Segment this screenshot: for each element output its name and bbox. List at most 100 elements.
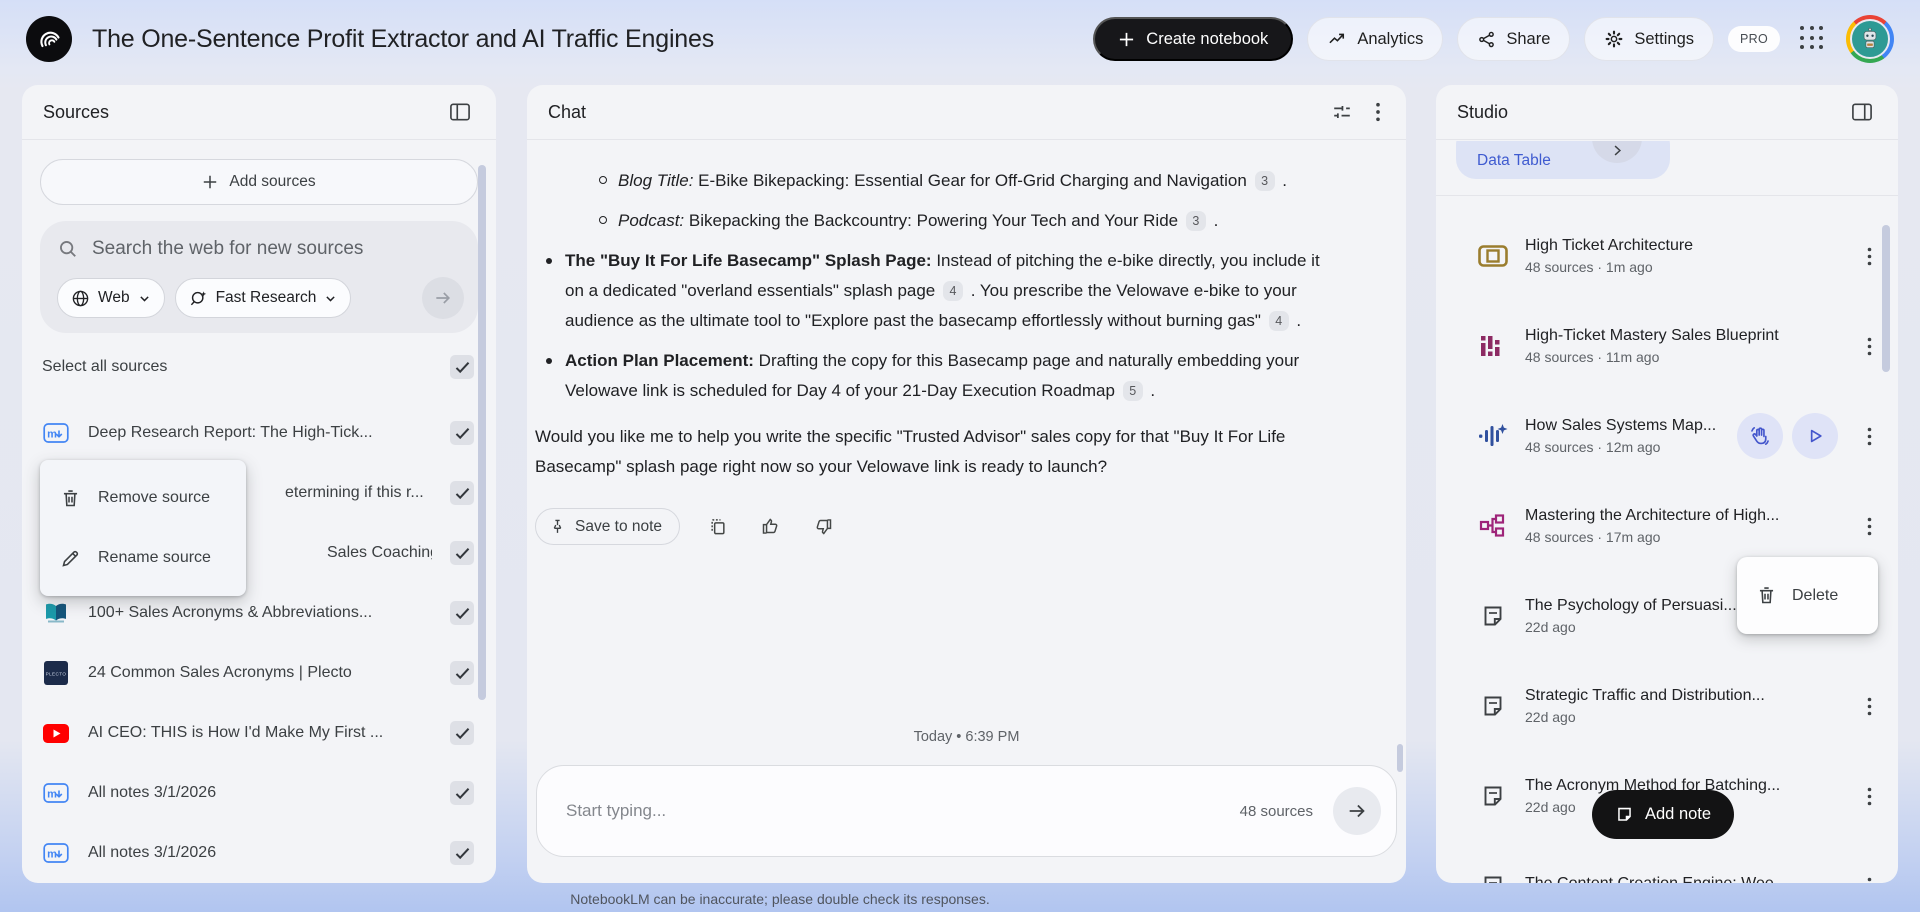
- copy-icon[interactable]: [704, 513, 732, 541]
- studio-panel: Studio Data Table High Ticket Architectu…: [1436, 85, 1898, 883]
- studio-item[interactable]: The Content Creation Engine: Wee...: [1436, 841, 1898, 883]
- citation-chip[interactable]: 4: [1268, 310, 1289, 331]
- source-checkbox[interactable]: [450, 781, 474, 805]
- orgchart-icon: [1478, 514, 1508, 538]
- citation-chip[interactable]: 5: [1122, 380, 1143, 401]
- note-source-icon: m: [42, 422, 70, 444]
- trash-icon: [1756, 585, 1777, 606]
- thumbs-down-icon[interactable]: [809, 512, 838, 541]
- source-checkbox[interactable]: [450, 481, 474, 505]
- notebook-title[interactable]: The One-Sentence Profit Extractor and AI…: [92, 25, 714, 54]
- interactive-mode-button[interactable]: [1737, 413, 1783, 459]
- settings-button[interactable]: Settings: [1584, 17, 1714, 61]
- source-row[interactable]: m All notes 3/1/2026: [40, 763, 478, 823]
- sources-panel: Sources Add sources Search the web for n…: [22, 85, 496, 883]
- user-avatar[interactable]: [1846, 15, 1894, 63]
- search-input[interactable]: Search the web for new sources: [92, 238, 363, 260]
- studio-item-meta: 48 sources · 1m ago: [1525, 259, 1653, 275]
- globe-icon: [71, 289, 90, 308]
- collapse-studio-panel-icon[interactable]: [1847, 98, 1877, 126]
- collapse-sources-panel-icon[interactable]: [445, 98, 475, 126]
- apps-grid-icon[interactable]: [1800, 26, 1826, 52]
- source-row[interactable]: PLECTO 24 Common Sales Acronyms | Plecto: [40, 643, 478, 703]
- chat-input[interactable]: Start typing...: [566, 801, 1240, 821]
- studio-item-meta: 48 sources · 11m ago: [1525, 349, 1660, 365]
- source-checkbox[interactable]: [450, 541, 474, 565]
- bars-icon: [1478, 334, 1508, 358]
- citation-chip[interactable]: 3: [1185, 210, 1206, 231]
- note-icon: [1615, 805, 1634, 824]
- chat-panel-title: Chat: [548, 101, 587, 122]
- studio-item[interactable]: How Sales Systems Map... 48 sources · 12m…: [1436, 391, 1898, 481]
- analytics-button[interactable]: Analytics: [1307, 17, 1444, 61]
- remove-source-menu-item[interactable]: Remove source: [40, 468, 246, 528]
- chat-settings-icon[interactable]: [1327, 97, 1357, 127]
- share-button[interactable]: Share: [1457, 17, 1571, 61]
- send-message-button[interactable]: [1333, 787, 1381, 835]
- add-note-button[interactable]: Add note: [1592, 790, 1735, 839]
- pencil-icon: [60, 548, 81, 569]
- thumbs-up-icon[interactable]: [756, 512, 785, 541]
- source-row[interactable]: m All notes 3/1/2026: [40, 823, 478, 883]
- studio-scrollbar[interactable]: [1882, 225, 1890, 372]
- chat-scrollbar[interactable]: [1397, 744, 1403, 772]
- source-checkbox[interactable]: [450, 421, 474, 445]
- studio-item-menu-icon[interactable]: [1859, 873, 1880, 884]
- analytics-icon: [1327, 29, 1347, 49]
- studio-item[interactable]: High-Ticket Mastery Sales Blueprint 48 so…: [1436, 301, 1898, 391]
- studio-item-list: High Ticket Architecture 48 sources · 1m …: [1436, 211, 1898, 883]
- source-checkbox[interactable]: [450, 841, 474, 865]
- select-all-checkbox[interactable]: [450, 355, 474, 379]
- notedoc-icon: [1478, 694, 1508, 718]
- source-context-menu: Remove source Rename source: [40, 460, 246, 596]
- svg-text:m: m: [47, 789, 57, 801]
- notebooklm-logo-icon[interactable]: [26, 16, 72, 62]
- source-checkbox[interactable]: [450, 661, 474, 685]
- assistant-message: Blog Title: E-Bike Bikepacking: Essentia…: [535, 166, 1337, 482]
- source-title: etermining if this r...: [285, 484, 424, 501]
- source-row[interactable]: m Deep Research Report: The High-Tick...: [40, 403, 478, 463]
- citation-chip[interactable]: 4: [943, 280, 963, 301]
- delete-note-menu-item[interactable]: Delete: [1737, 557, 1878, 634]
- frame-icon: [1478, 245, 1508, 267]
- play-audio-button[interactable]: [1792, 413, 1838, 459]
- message-bullet: Action Plan Placement: Drafting the copy…: [535, 346, 1337, 406]
- studio-item-menu-icon[interactable]: [1859, 783, 1880, 810]
- sources-scrollbar[interactable]: [478, 165, 486, 700]
- source-title: All notes 3/1/2026: [88, 784, 217, 801]
- search-submit-button[interactable]: [422, 277, 464, 319]
- message-paragraph: Would you like me to help you write the …: [535, 427, 1286, 476]
- studio-item-title: High-Ticket Mastery Sales Blueprint: [1525, 327, 1779, 344]
- book-source-icon: [42, 602, 70, 624]
- source-title: 24 Common Sales Acronyms | Plecto: [88, 664, 352, 681]
- add-sources-button[interactable]: Add sources: [40, 159, 478, 205]
- disclaimer-text: NotebookLM can be inaccurate; please dou…: [570, 891, 990, 907]
- studio-item-menu-icon[interactable]: [1859, 243, 1880, 270]
- notedoc-icon: [1478, 784, 1508, 808]
- source-checkbox[interactable]: [450, 601, 474, 625]
- source-checkbox[interactable]: [450, 721, 474, 745]
- studio-item-title: The Content Creation Engine: Wee...: [1525, 875, 1842, 883]
- source-title: 100+ Sales Acronyms & Abbreviations...: [88, 604, 373, 621]
- studio-item[interactable]: Strategic Traffic and Distribution... 22d…: [1436, 661, 1898, 751]
- studio-item-menu-icon[interactable]: [1859, 333, 1880, 360]
- studio-item[interactable]: High Ticket Architecture 48 sources · 1m …: [1436, 211, 1898, 301]
- studio-item-meta: 22d ago: [1525, 709, 1576, 725]
- studio-item-meta: 48 sources · 12m ago: [1525, 439, 1661, 455]
- pro-badge: PRO: [1728, 26, 1780, 52]
- source-row[interactable]: AI CEO: THIS is How I'd Make My First ..…: [40, 703, 478, 763]
- web-source-dropdown[interactable]: Web: [57, 278, 165, 318]
- studio-item-menu-icon[interactable]: [1859, 513, 1880, 540]
- chat-panel: Chat Blog Title: E-Bike Bikepacking: Ess…: [527, 85, 1406, 883]
- avatar-robot-image: [1850, 19, 1890, 59]
- create-notebook-button[interactable]: Create notebook: [1093, 17, 1294, 61]
- plus-icon: [202, 174, 218, 190]
- citation-chip[interactable]: 3: [1254, 170, 1275, 191]
- studio-item-menu-icon[interactable]: [1859, 693, 1880, 720]
- research-mode-dropdown[interactable]: Fast Research: [174, 278, 352, 318]
- studio-item-menu-icon[interactable]: [1859, 423, 1880, 450]
- save-to-note-button[interactable]: Save to note: [535, 508, 681, 545]
- message-bullet: Podcast: Bikepacking the Backcountry: Po…: [535, 206, 1337, 236]
- rename-source-menu-item[interactable]: Rename source: [40, 528, 246, 588]
- chat-more-options-icon[interactable]: [1371, 98, 1385, 126]
